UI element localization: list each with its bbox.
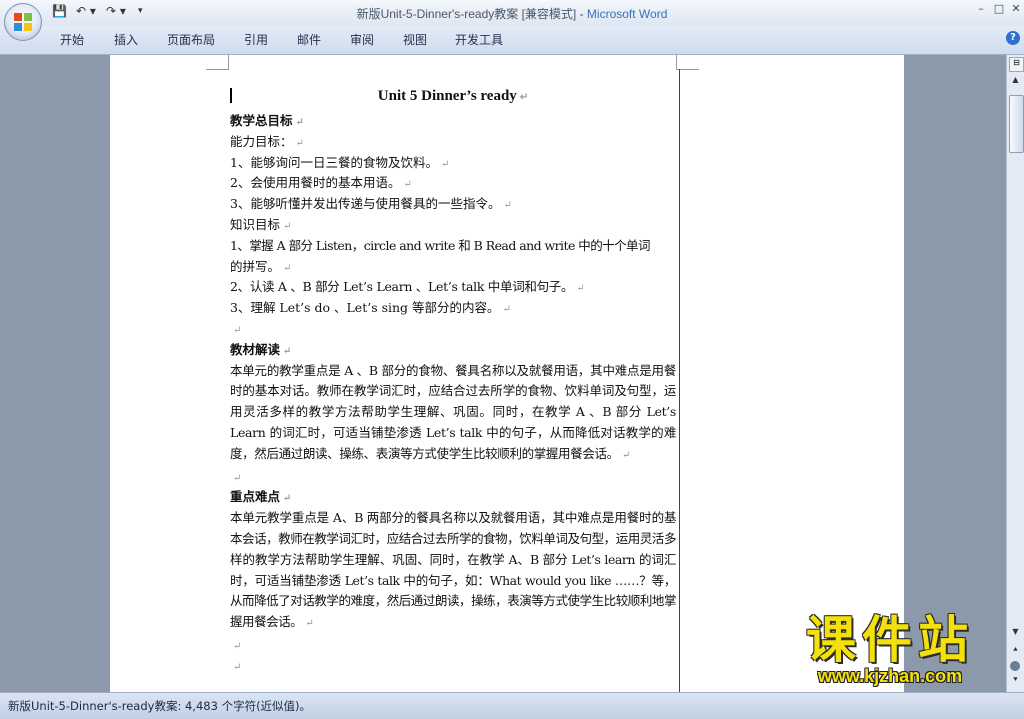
paragraph-mark: ↵: [283, 220, 292, 232]
paragraph-mark: ↵: [576, 283, 585, 295]
empty-paragraph: ↵: [230, 467, 676, 488]
paragraph-mark: ↵: [519, 92, 529, 103]
tab-home[interactable]: 开始: [60, 31, 84, 48]
empty-paragraph: ↵: [230, 656, 676, 677]
status-bar: 新版Unit-5-Dinner's-ready教案: 4,483 个字符(近似值…: [0, 692, 1024, 719]
line-text: 3、理解 Let’s do 、Let’s sing 等部分的内容。: [230, 300, 500, 316]
paragraph-mark: ↵: [233, 324, 242, 336]
paragraph-mark: ↵: [295, 137, 304, 149]
tab-view[interactable]: 视图: [403, 31, 427, 48]
paragraph: 1、掌握 A 部分 Listen，circle and write 和 B Re…: [230, 236, 676, 257]
heading-key-points: 重点难点 ↵: [230, 487, 676, 508]
paragraph-mark: ↵: [283, 345, 292, 357]
paragraph-mark: ↵: [621, 449, 630, 461]
next-page-button[interactable]: ⯆: [1009, 675, 1022, 687]
line-text: 教学总目标: [230, 113, 293, 128]
tab-review[interactable]: 审阅: [350, 31, 374, 48]
line-text: 1、能够询问一日三餐的食物及饮料。: [230, 154, 438, 170]
crop-mark-top-right: [676, 55, 699, 70]
scroll-up-button[interactable]: ▲: [1009, 75, 1022, 88]
tab-insert[interactable]: 插入: [114, 31, 138, 48]
tab-references[interactable]: 引用: [244, 31, 268, 48]
document-title: Unit 5 Dinner’s ready ↵: [230, 83, 676, 111]
paragraph: 2、认读 A 、B 部分 Let’s Learn 、Let’s talk 中单词…: [230, 277, 676, 298]
paragraph: 1、能够询问一日三餐的食物及饮料。 ↵: [230, 153, 676, 174]
paragraph: 的拼写。 ↵: [230, 257, 676, 278]
paragraph-mark: ↵: [440, 158, 450, 170]
paragraph-mark: ↵: [283, 493, 292, 505]
line-text: 本单元教学重点是 A、B 两部分的餐具名称以及就餐用语，其中难点是用餐时的基本会…: [230, 510, 676, 630]
line-text: 知识目标: [230, 216, 281, 232]
line-text: 2、认读 A 、B 部分 Let’s Learn 、Let’s talk 中单词…: [230, 279, 574, 295]
view-ruler-button[interactable]: ⊟: [1009, 57, 1024, 72]
watermark-chinese: 课件站: [806, 611, 974, 669]
line-text: 的拼写。: [230, 258, 281, 274]
line-text: 能力目标：: [230, 133, 293, 149]
heading-objectives: 教学总目标 ↵: [230, 111, 676, 132]
paragraph-mark: ↵: [305, 618, 314, 630]
paragraph-materials: 本单元的教学重点是 A 、B 部分的食物、餐具名称以及就餐用语，其中难点是用餐时…: [230, 361, 676, 467]
paragraph: 3、能够听懂并发出传递与使用餐具的一些指令。 ↵: [230, 194, 676, 215]
tab-mailings[interactable]: 邮件: [297, 31, 321, 48]
close-button[interactable]: ✕: [1008, 2, 1024, 16]
paragraph: 能力目标： ↵: [230, 132, 676, 153]
title-bar: 💾 ↶ ▾ ↷ ▾ ▾ 新版Unit-5-Dinner's-ready教案 [兼…: [0, 0, 1024, 26]
paragraph-mark: ↵: [502, 304, 511, 316]
crop-mark-top-left: [206, 55, 229, 70]
paragraph-mark: ↵: [233, 472, 242, 484]
maximize-button[interactable]: □: [991, 2, 1007, 16]
paragraph-mark: ↵: [295, 117, 304, 128]
help-icon[interactable]: ?: [1006, 31, 1020, 45]
line-text: 1、掌握 A 部分 Listen，circle and write 和 B Re…: [230, 237, 651, 253]
paragraph-mark: ↵: [503, 200, 512, 212]
paragraph-mark: ↵: [233, 661, 242, 673]
line-text: 本单元的教学重点是 A 、B 部分的食物、餐具名称以及就餐用语，其中难点是用餐时…: [230, 362, 676, 461]
scroll-thumb[interactable]: [1009, 95, 1024, 153]
office-logo-icon: [14, 13, 32, 31]
document-area[interactable]: Unit 5 Dinner’s ready ↵ 教学总目标 ↵ 能力目标： ↵ 1、能…: [0, 55, 1006, 692]
empty-paragraph: ↵: [230, 635, 676, 656]
minimize-button[interactable]: –: [973, 2, 989, 16]
watermark-url: www.kjzhan.com: [817, 666, 963, 686]
scroll-down-button[interactable]: ▼: [1009, 627, 1022, 640]
heading-materials: 教材解读 ↵: [230, 340, 676, 361]
document-page[interactable]: Unit 5 Dinner’s ready ↵ 教学总目标 ↵ 能力目标： ↵ 1、能…: [110, 55, 904, 692]
paragraph-mark: ↵: [283, 262, 292, 274]
ribbon-tab-bar: 开始 插入 页面布局 引用 邮件 审阅 视图 开发工具 ?: [0, 26, 1024, 55]
document-content[interactable]: Unit 5 Dinner’s ready ↵ 教学总目标 ↵ 能力目标： ↵ 1、能…: [230, 83, 676, 677]
office-button[interactable]: [4, 3, 42, 41]
paragraph: 3、理解 Let’s do 、Let’s sing 等部分的内容。 ↵: [230, 298, 676, 319]
paragraph-mark: ↵: [403, 179, 412, 191]
document-name: 新版Unit-5-Dinner's-ready教案 [兼容模式] -: [356, 7, 587, 21]
line-text: 教材解读: [230, 341, 281, 357]
margin-line: [679, 69, 680, 692]
line-text: 重点难点: [230, 489, 281, 505]
paragraph-mark: ↵: [233, 640, 242, 652]
line-text: 3、能够听懂并发出传递与使用餐具的一些指令。: [230, 196, 501, 212]
status-text: 新版Unit-5-Dinner's-ready教案: 4,483 个字符(近似值…: [8, 699, 312, 713]
tab-page-layout[interactable]: 页面布局: [167, 31, 215, 48]
window-title: 新版Unit-5-Dinner's-ready教案 [兼容模式] - Micro…: [0, 5, 1024, 22]
previous-page-button[interactable]: ⯅: [1009, 645, 1022, 657]
app-name: Microsoft Word: [586, 7, 668, 21]
empty-paragraph: ↵: [230, 319, 676, 340]
title-text: Unit 5 Dinner’s ready: [377, 88, 517, 104]
paragraph: 知识目标 ↵: [230, 215, 676, 236]
line-text: 2、会使用用餐时的基本用语。: [230, 175, 401, 191]
paragraph-key-points: 本单元教学重点是 A、B 两部分的餐具名称以及就餐用语，其中难点是用餐时的基本会…: [230, 508, 676, 635]
paragraph: 2、会使用用餐时的基本用语。 ↵: [230, 173, 676, 194]
select-browse-object-button[interactable]: [1010, 661, 1020, 671]
tab-developer[interactable]: 开发工具: [455, 31, 503, 48]
vertical-scrollbar[interactable]: ⊟ ▲ ▼ ⯅ ⯆: [1006, 55, 1024, 692]
site-watermark: 课件站 www.kjzhan.com: [770, 612, 1010, 692]
